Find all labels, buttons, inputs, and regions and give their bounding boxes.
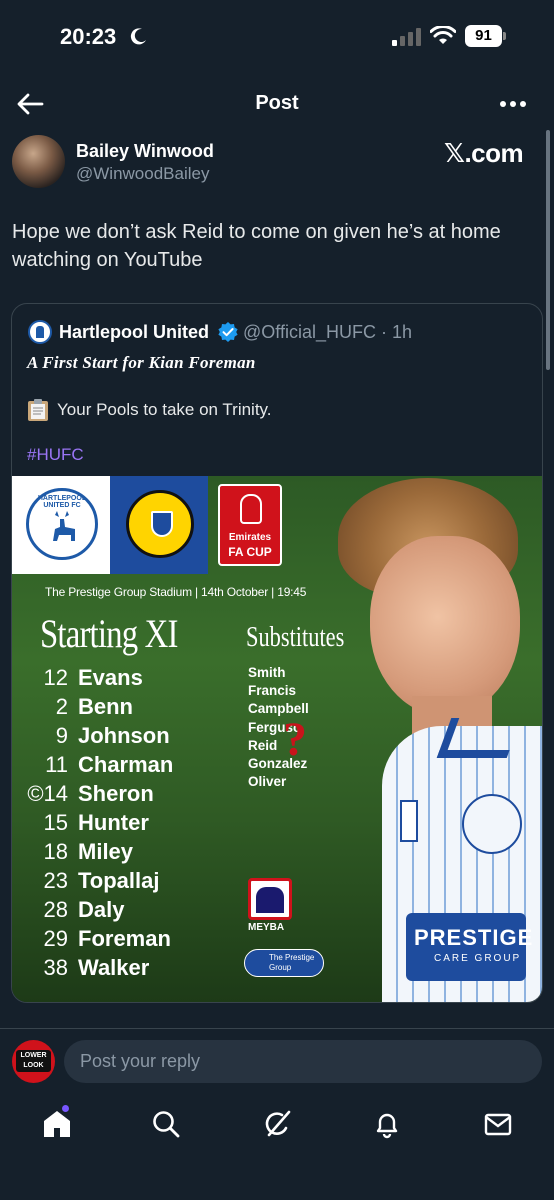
starting-xi-player: 12 Evans bbox=[22, 663, 222, 692]
meyba-label: MEYBA bbox=[248, 922, 285, 933]
gainsborough-trinity-crest bbox=[110, 476, 208, 574]
clipboard-icon bbox=[28, 399, 48, 421]
author-avatar[interactable] bbox=[12, 135, 65, 188]
player-name: Hunter bbox=[78, 809, 149, 835]
team-sheet-image[interactable]: HARTLEPOOL UNITED FC Emirates FA CUP PRE… bbox=[12, 476, 542, 1002]
player-face bbox=[370, 536, 520, 716]
starting-xi-player: 2 Benn bbox=[22, 692, 222, 721]
quoted-author-name[interactable]: Hartlepool United bbox=[59, 322, 209, 343]
post-header: Post bbox=[0, 80, 554, 128]
starting-xi-title: Starting XI bbox=[40, 611, 178, 656]
shirt-sponsor: PRESTIGE CARE GROUP bbox=[406, 913, 532, 981]
squad-number: 18 bbox=[43, 838, 68, 864]
player-name: Daly bbox=[78, 896, 125, 922]
reply-avatar[interactable]: LOWER LOOK bbox=[12, 1040, 55, 1083]
player-name: Johnson bbox=[78, 722, 170, 748]
facup-title: FA CUP bbox=[228, 545, 272, 559]
hashtag-link[interactable]: #HUFC bbox=[27, 445, 84, 465]
starting-xi-list: 12 Evans 2 Benn 9 Johnson 11 Charman ©14 Sheron 15… bbox=[22, 663, 222, 982]
sponsor-name: PRESTIGE bbox=[414, 925, 534, 950]
squad-number: ©14 bbox=[27, 780, 68, 806]
page-title: Post bbox=[255, 92, 299, 114]
starting-xi-player: 9 Johnson bbox=[22, 721, 222, 750]
battery-level: 91 bbox=[465, 25, 502, 47]
question-mark: ? bbox=[283, 713, 307, 766]
grok-icon[interactable] bbox=[262, 1109, 292, 1139]
starting-xi-player: 28 Daly bbox=[22, 895, 222, 924]
squad-number: 11 bbox=[45, 751, 68, 777]
quoted-tweet-card[interactable]: Hartlepool United @Official_HUFC · 1h A … bbox=[11, 303, 543, 1003]
prestige-group-logo: The Prestige Group bbox=[244, 949, 324, 977]
quoted-author-handle[interactable]: @Official_HUFC · 1h bbox=[243, 322, 412, 343]
stag-icon bbox=[53, 511, 75, 541]
player-name: Topallaj bbox=[78, 867, 160, 893]
starting-xi-player: 18 Miley bbox=[22, 837, 222, 866]
more-icon[interactable] bbox=[498, 92, 528, 116]
starting-xi-player: ©14 Sheron bbox=[22, 779, 222, 808]
verified-icon bbox=[218, 322, 238, 342]
shirt-badge bbox=[400, 800, 418, 842]
substitute-name: Oliver bbox=[248, 774, 287, 790]
player-name: Charman bbox=[78, 751, 174, 777]
search-icon[interactable] bbox=[151, 1109, 181, 1139]
starting-xi-player: 38 Walker bbox=[22, 953, 222, 982]
bottom-nav bbox=[0, 1097, 554, 1157]
quoted-text-line: Your Pools to take on Trinity. bbox=[27, 398, 272, 422]
sponsor-subtitle: CARE GROUP bbox=[434, 953, 522, 964]
facup-sponsor: Emirates bbox=[228, 532, 272, 543]
fa-cup-logo: Emirates FA CUP bbox=[208, 476, 308, 574]
reply-avatar-text: LOWER LOOK bbox=[16, 1050, 51, 1072]
status-time: 20:23 bbox=[60, 24, 117, 49]
squad-number: 12 bbox=[43, 664, 68, 690]
x-com-watermark: 𝕏.com bbox=[444, 138, 524, 168]
player-name: Miley bbox=[78, 838, 134, 864]
author-handle[interactable]: @WinwoodBailey bbox=[76, 164, 209, 184]
squad-number: 23 bbox=[43, 867, 68, 893]
divider bbox=[0, 1028, 554, 1029]
squad-number: 2 bbox=[55, 693, 68, 719]
substitute-name: Francis bbox=[248, 683, 297, 699]
quoted-headline: A First Start for Kian Foreman bbox=[27, 353, 256, 372]
squad-number: 9 bbox=[55, 722, 68, 748]
cellular-signal-icon bbox=[392, 28, 421, 46]
moon-icon bbox=[130, 28, 146, 45]
substitute-name: Smith bbox=[248, 665, 286, 680]
squad-number: 15 bbox=[43, 809, 68, 835]
notification-dot bbox=[62, 1105, 69, 1112]
squad-number: 38 bbox=[43, 954, 68, 980]
home-icon[interactable] bbox=[42, 1109, 72, 1139]
starting-xi-player: 11 Charman bbox=[22, 750, 222, 779]
battery-icon: 91 bbox=[465, 25, 507, 47]
hartlepool-crest: HARTLEPOOL UNITED FC bbox=[12, 476, 110, 574]
wifi-icon bbox=[430, 26, 456, 44]
player-name: Foreman bbox=[78, 925, 171, 951]
quoted-text: Your Pools to take on Trinity. bbox=[57, 400, 272, 419]
player-name: Evans bbox=[78, 664, 143, 690]
status-bar: 20:23 91 bbox=[0, 0, 554, 72]
match-info: The Prestige Group Stadium | 14th Octobe… bbox=[45, 585, 307, 599]
shirt-crest bbox=[462, 794, 522, 854]
quoted-author-avatar[interactable] bbox=[28, 320, 52, 344]
trophy-icon bbox=[240, 494, 262, 524]
scrollbar-thumb[interactable] bbox=[546, 130, 550, 370]
mail-icon[interactable] bbox=[483, 1109, 513, 1139]
squad-number: 29 bbox=[43, 925, 68, 951]
squad-number: 28 bbox=[43, 896, 68, 922]
tweet-text: Hope we don’t ask Reid to come on given … bbox=[12, 221, 501, 271]
prestige-badge-text: The Prestige Group bbox=[269, 953, 315, 972]
reply-input[interactable]: Post your reply bbox=[64, 1040, 542, 1083]
player-name: Walker bbox=[78, 954, 150, 980]
starting-xi-player: 29 Foreman bbox=[22, 924, 222, 953]
starting-xi-player: 23 Topallaj bbox=[22, 866, 222, 895]
meyba-logo: MEYBA bbox=[248, 878, 294, 936]
author-name[interactable]: Bailey Winwood bbox=[76, 141, 214, 162]
player-name: Sheron bbox=[78, 780, 154, 806]
substitutes-title: Substitutes bbox=[246, 622, 345, 653]
player-name: Benn bbox=[78, 693, 133, 719]
starting-xi-player: 15 Hunter bbox=[22, 808, 222, 837]
bell-icon[interactable] bbox=[372, 1109, 402, 1139]
